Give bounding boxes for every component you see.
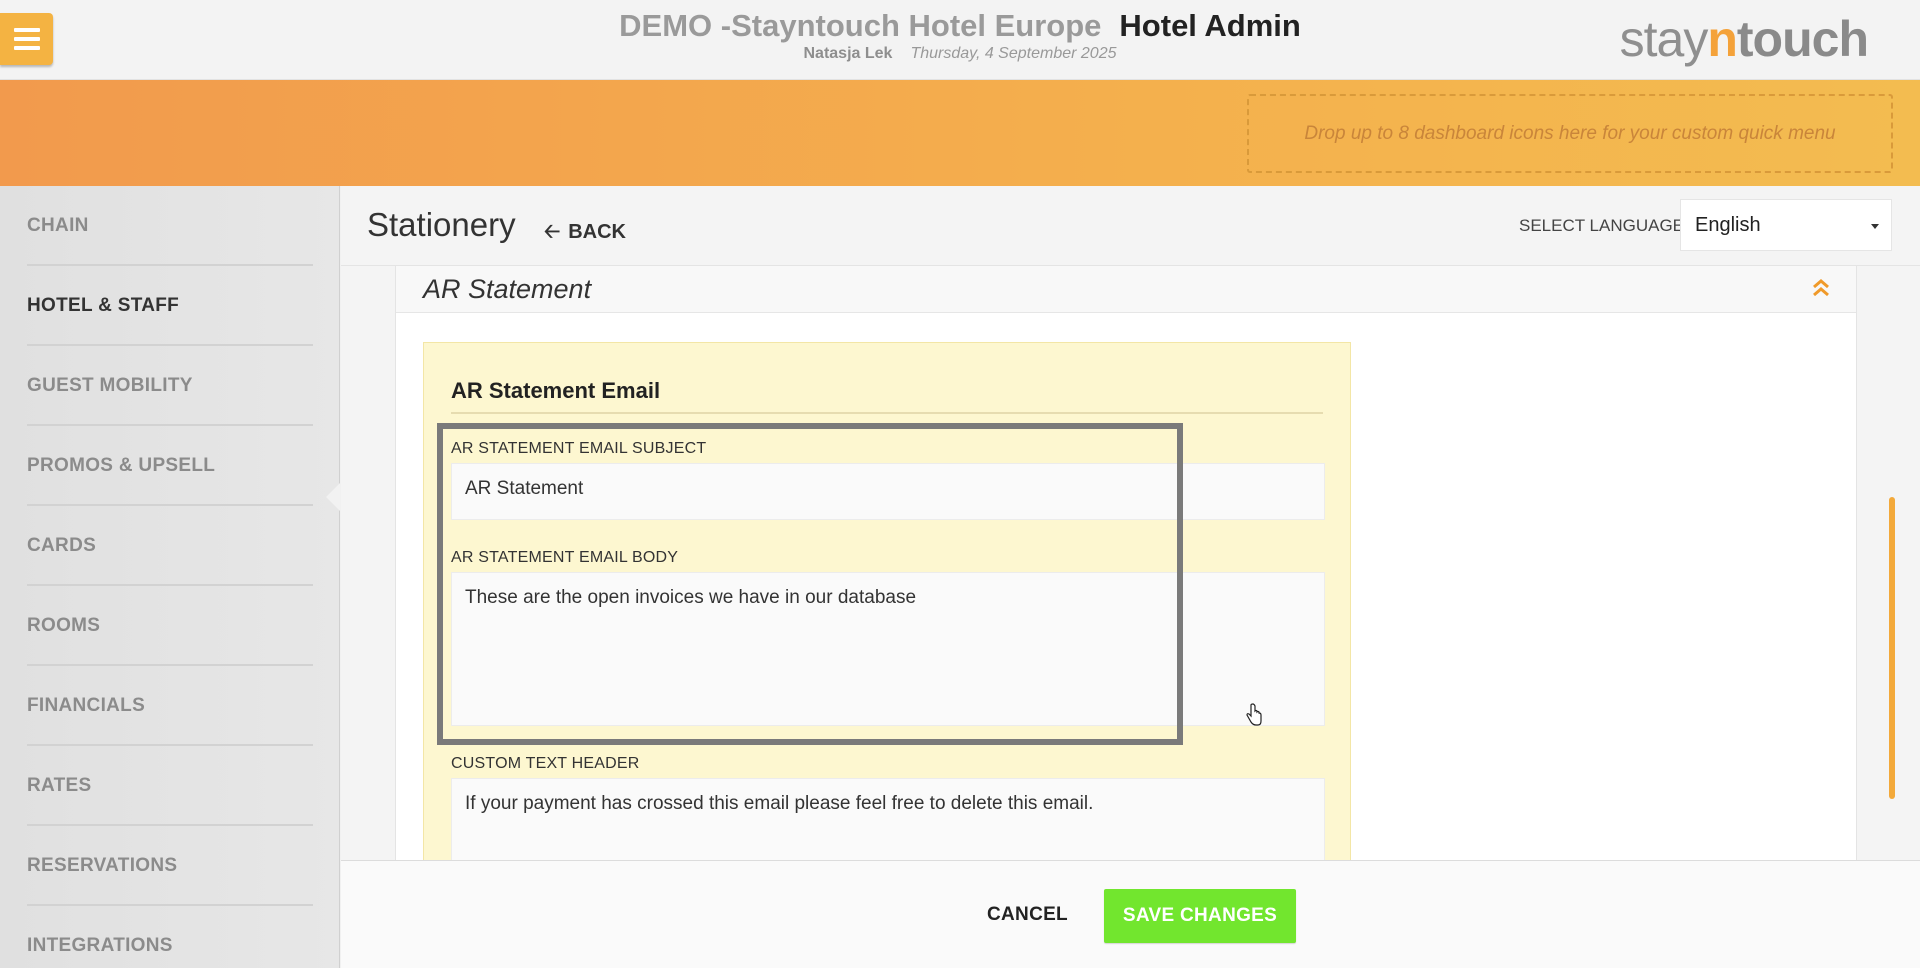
body-textarea[interactable]: These are the open invoices we have in o…: [451, 572, 1325, 726]
app-name: Hotel Admin: [1119, 8, 1301, 43]
sidebar-item-chain[interactable]: CHAIN: [0, 186, 340, 266]
sidebar-item-hotel-staff[interactable]: HOTEL & STAFF: [0, 266, 340, 346]
sidebar-item-rooms[interactable]: ROOMS: [0, 586, 340, 666]
sidebar-item-rates[interactable]: RATES: [0, 746, 340, 826]
divider: [451, 412, 1323, 414]
back-label: BACK: [568, 221, 626, 243]
section-title: AR Statement: [423, 274, 592, 304]
sidebar-nav: CHAIN HOTEL & STAFF GUEST MOBILITY PROMO…: [0, 186, 340, 968]
dashboard-banner: Drop up to 8 dashboard icons here for yo…: [0, 80, 1920, 186]
logo-part-stay: stay: [1619, 11, 1709, 67]
card-title: AR Statement Email: [451, 378, 661, 403]
quick-menu-hint: Drop up to 8 dashboard icons here for yo…: [1304, 122, 1836, 144]
custom-header-textarea[interactable]: If your payment has crossed this email p…: [451, 778, 1325, 863]
sidebar-item-label: RESERVATIONS: [27, 855, 178, 876]
sidebar-item-reservations[interactable]: RESERVATIONS: [0, 826, 340, 906]
save-changes-button[interactable]: SAVE CHANGES: [1104, 889, 1296, 943]
language-select[interactable]: English: [1680, 199, 1892, 251]
logo-part-n: n: [1707, 11, 1738, 67]
cancel-button[interactable]: CANCEL: [987, 904, 1068, 926]
double-chevron-up-icon[interactable]: [1811, 276, 1831, 300]
main-content: Stationery 🡠 BACK SELECT LANGUAGE English…: [341, 186, 1920, 968]
quick-menu-dropzone[interactable]: Drop up to 8 dashboard icons here for yo…: [1247, 94, 1893, 173]
sidebar-item-label: PROMOS & UPSELL: [27, 455, 216, 476]
sidebar-item-label: INTEGRATIONS: [27, 935, 173, 956]
custom-header-label: CUSTOM TEXT HEADER: [451, 755, 640, 772]
hand-pointer-icon: [1246, 703, 1262, 726]
select-language-label: SELECT LANGUAGE: [1519, 216, 1685, 235]
back-button[interactable]: 🡠 BACK: [544, 217, 626, 251]
sidebar-item-cards[interactable]: CARDS: [0, 506, 340, 586]
logo-part-touch: touch: [1736, 11, 1869, 67]
sidebar-item-label: HOTEL & STAFF: [27, 295, 180, 316]
page-title: Stationery: [367, 206, 516, 243]
arrow-left-icon: 🡠: [544, 221, 561, 243]
caret-down-icon: [1871, 224, 1879, 229]
subject-label: AR STATEMENT EMAIL SUBJECT: [451, 440, 707, 457]
active-item-pointer: [326, 483, 340, 511]
page-header: Stationery 🡠 BACK SELECT LANGUAGE English: [341, 186, 1920, 266]
stayntouch-logo: stayntouch: [1619, 10, 1869, 68]
sidebar-item-promos-upsell[interactable]: PROMOS & UPSELL: [0, 426, 340, 506]
save-label: SAVE CHANGES: [1122, 905, 1278, 926]
subject-input[interactable]: AR Statement: [451, 463, 1325, 520]
sidebar-item-label: GUEST MOBILITY: [27, 375, 193, 396]
ar-statement-section: AR Statement AR Statement Email AR STATE…: [395, 266, 1857, 863]
sidebar-item-label: CARDS: [27, 535, 97, 556]
ar-statement-email-card: AR Statement Email AR STATEMENT EMAIL SU…: [423, 342, 1351, 863]
section-header[interactable]: AR Statement: [396, 266, 1856, 313]
sidebar-item-label: ROOMS: [27, 615, 101, 636]
sidebar-item-guest-mobility[interactable]: GUEST MOBILITY: [0, 346, 340, 426]
scrollbar-thumb[interactable]: [1889, 497, 1895, 799]
hotel-name: DEMO -Stayntouch Hotel Europe: [619, 8, 1102, 43]
current-date: Thursday, 4 September 2025: [910, 45, 1117, 62]
sidebar-item-financials[interactable]: FINANCIALS: [0, 666, 340, 746]
top-header: DEMO -Stayntouch Hotel Europe Hotel Admin…: [0, 0, 1920, 80]
language-value: English: [1695, 214, 1761, 236]
sidebar-item-label: FINANCIALS: [27, 695, 146, 716]
sidebar-item-label: CHAIN: [27, 215, 89, 236]
user-name: Natasja Lek: [803, 45, 893, 62]
footer-actions: CANCEL SAVE CHANGES: [341, 860, 1920, 968]
body-label: AR STATEMENT EMAIL BODY: [451, 549, 679, 566]
sidebar-item-label: RATES: [27, 775, 92, 796]
sidebar-item-integrations[interactable]: INTEGRATIONS: [0, 906, 340, 968]
